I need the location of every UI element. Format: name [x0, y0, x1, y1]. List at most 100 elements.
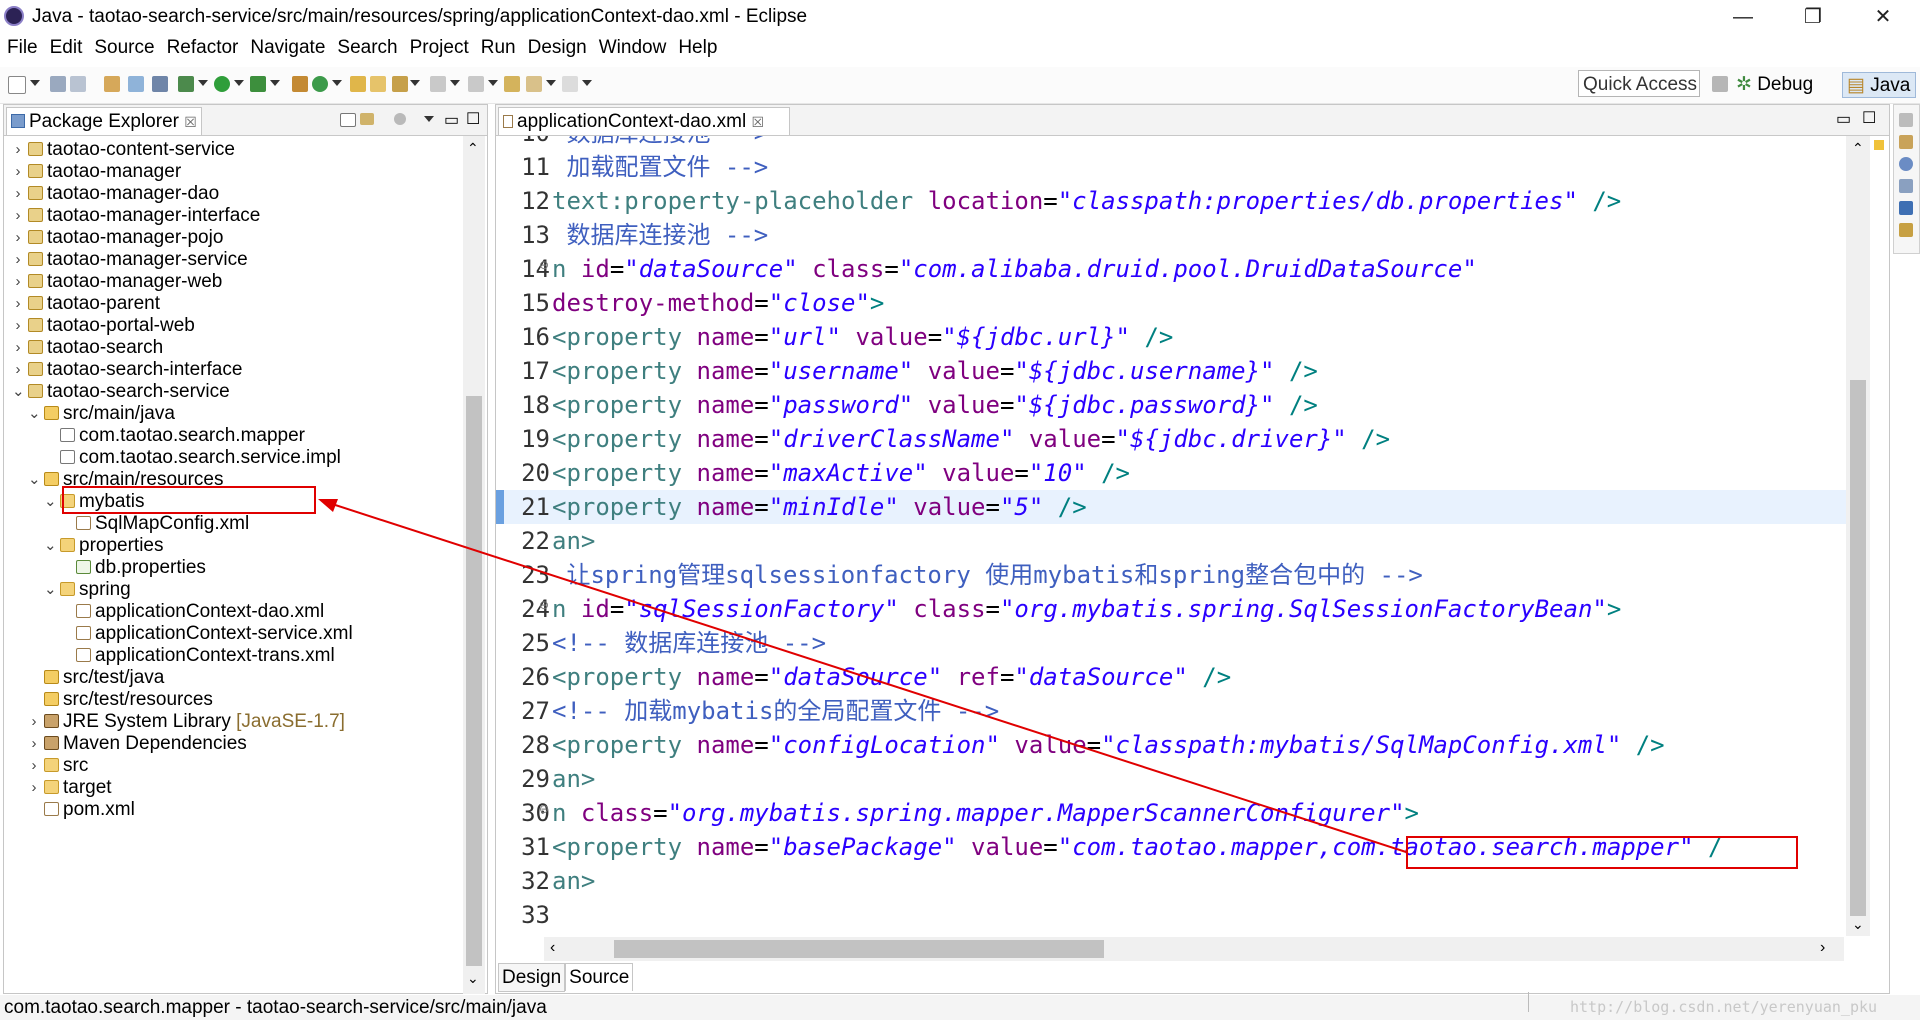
code-line[interactable]: 15 destroy-method="close">	[496, 286, 1846, 320]
new-class-dropdown-icon[interactable]	[332, 80, 342, 86]
maximize-editor-icon[interactable]: ☐	[1862, 108, 1876, 128]
code-line[interactable]: 26 <property name="dataSource" ref="dataS…	[496, 660, 1846, 694]
scroll-down-icon[interactable]: ⌄	[467, 970, 479, 987]
package-explorer-tab[interactable]: Package Explorer ☒	[6, 107, 202, 135]
code-line[interactable]: 22 an>	[496, 524, 1846, 558]
editor-vertical-scrollbar[interactable]: ⌃ ⌄	[1846, 136, 1870, 936]
close-tab-icon[interactable]: ☒	[184, 114, 197, 130]
external-tools-icon[interactable]	[250, 76, 266, 92]
code-line[interactable]: 25 <!-- 数据库连接池 -->	[496, 626, 1846, 660]
code-line[interactable]: 31 <property name="basePackage" value="co…	[496, 830, 1846, 864]
package-explorer-scroll-thumb[interactable]	[466, 396, 482, 966]
open-folder-icon[interactable]	[350, 76, 366, 92]
code-line[interactable]: 13 数据库连接池 -->	[496, 218, 1846, 252]
code-line[interactable]: 24 ⊖ n id="sqlSessionFactory" class="org.m…	[496, 592, 1846, 626]
new-java-project-icon[interactable]	[292, 76, 308, 92]
menu-window[interactable]: Window	[594, 34, 672, 62]
code-line[interactable]: 28 <property name="configLocation" value=…	[496, 728, 1846, 762]
forward-icon[interactable]	[562, 76, 578, 92]
task-list-icon[interactable]	[1899, 135, 1913, 149]
quick-access-field[interactable]: Quick Access	[1578, 70, 1700, 97]
menu-run[interactable]: Run	[476, 34, 521, 62]
problems-icon[interactable]	[1899, 179, 1913, 193]
code-line[interactable]: 14 ⊖ n id="dataSource" class="com.alibaba.…	[496, 252, 1846, 286]
code-line[interactable]: 18 <property name="password" value="${jdb…	[496, 388, 1846, 422]
next-annotation-icon[interactable]	[430, 76, 446, 92]
minimize-button[interactable]: —	[1720, 2, 1766, 32]
save-all-icon[interactable]	[70, 76, 86, 92]
code-line[interactable]: 23 让spring管理sqlsessionfactory 使用mybatis和…	[496, 558, 1846, 592]
menu-source[interactable]: Source	[89, 34, 159, 62]
menu-navigate[interactable]: Navigate	[245, 34, 330, 62]
pencil-icon[interactable]	[392, 76, 408, 92]
menu-search[interactable]: Search	[332, 34, 402, 62]
minimize-view-icon[interactable]: ▭	[444, 110, 459, 130]
collapse-all-icon[interactable]	[340, 113, 356, 127]
annotation-dropdown-icon[interactable]	[410, 80, 420, 86]
editor-scroll-up-icon[interactable]: ⌃	[1852, 140, 1864, 157]
editor-horizontal-thumb[interactable]	[614, 940, 1104, 958]
editor-scroll-down-icon[interactable]: ⌄	[1852, 916, 1864, 933]
debug-dropdown-icon[interactable]	[198, 80, 208, 86]
back-icon[interactable]	[526, 76, 542, 92]
restore-view-icon[interactable]	[1899, 113, 1913, 127]
new-class-icon[interactable]	[312, 76, 328, 92]
code-line[interactable]: 27 <!-- 加载mybatis的全局配置文件 -->	[496, 694, 1846, 728]
java-perspective-button[interactable]: ▤ Java	[1842, 72, 1916, 98]
code-area[interactable]: 10 数据库连接池 -->11 加载配置文件 -->12text:propert…	[496, 136, 1846, 936]
fold-toggle-icon[interactable]: ⊖	[539, 248, 549, 282]
open-task-icon[interactable]	[128, 76, 144, 92]
external-tools-dropdown-icon[interactable]	[270, 80, 280, 86]
open-file-icon[interactable]	[370, 76, 386, 92]
editor-vertical-thumb[interactable]	[1850, 380, 1866, 916]
minimize-editor-icon[interactable]: ▭	[1836, 109, 1851, 129]
back-dropdown-icon[interactable]	[546, 80, 556, 86]
menu-help[interactable]: Help	[673, 34, 722, 62]
code-line[interactable]: 29 an>	[496, 762, 1846, 796]
fold-toggle-icon[interactable]: ⊖	[539, 792, 549, 826]
menu-edit[interactable]: Edit	[45, 34, 88, 62]
menu-refactor[interactable]: Refactor	[162, 34, 244, 62]
scroll-up-icon[interactable]: ⌃	[467, 140, 479, 157]
run-dropdown-icon[interactable]	[234, 80, 244, 86]
code-line[interactable]: 21 <property name="minIdle" value="5" />	[496, 490, 1846, 524]
code-line[interactable]: 10 数据库连接池 -->	[496, 136, 1846, 150]
code-line[interactable]: 32 an>	[496, 864, 1846, 898]
open-perspective-icon[interactable]	[1712, 76, 1728, 92]
code-line[interactable]: 16 <property name="url" value="${jdbc.url…	[496, 320, 1846, 354]
link-with-editor-icon[interactable]	[360, 113, 374, 125]
code-line[interactable]: 12 text:property-placeholder location="cl…	[496, 184, 1846, 218]
menu-design[interactable]: Design	[523, 34, 592, 62]
fold-toggle-icon[interactable]: ⊖	[539, 588, 549, 622]
toggle-icon[interactable]	[152, 76, 168, 92]
new-dropdown-icon[interactable]	[30, 80, 40, 86]
menu-file[interactable]: File	[2, 34, 43, 62]
debug-icon[interactable]	[178, 76, 194, 92]
code-line[interactable]: 30 ⊖ n class="org.mybatis.spring.mapper.Ma…	[496, 796, 1846, 830]
junit-icon[interactable]	[1899, 223, 1913, 237]
tree-item[interactable]: pom.xml	[4, 796, 462, 823]
editor-tab-applicationcontext-dao[interactable]: applicationContext-dao.xml ☒	[498, 107, 790, 135]
forward-dropdown-icon[interactable]	[582, 80, 592, 86]
debug-perspective-button[interactable]: ✲ Debug	[1736, 72, 1813, 98]
restore-button[interactable]: ❐	[1790, 2, 1836, 32]
close-tab-icon[interactable]: ☒	[751, 114, 764, 130]
outline-icon[interactable]	[1899, 157, 1913, 171]
previous-dropdown-icon[interactable]	[488, 80, 498, 86]
warning-marker-icon[interactable]	[1874, 140, 1884, 150]
console-icon[interactable]	[1899, 201, 1913, 215]
next-dropdown-icon[interactable]	[450, 80, 460, 86]
previous-annotation-icon[interactable]	[468, 76, 484, 92]
run-icon[interactable]	[214, 76, 230, 92]
code-line[interactable]: 20 <property name="maxActive" value="10" …	[496, 456, 1846, 490]
maximize-view-icon[interactable]: ☐	[466, 109, 480, 129]
code-line[interactable]: 33	[496, 898, 1846, 932]
focus-icon[interactable]	[394, 113, 406, 125]
package-explorer-scrollbar[interactable]: ⌃ ⌄	[463, 136, 485, 994]
open-type-icon[interactable]	[104, 76, 120, 92]
save-icon[interactable]	[50, 76, 66, 92]
close-window-button[interactable]: ✕	[1860, 2, 1906, 32]
editor-scroll-right-icon[interactable]: ›	[1820, 939, 1825, 957]
source-tab[interactable]: Source	[565, 963, 634, 991]
code-line[interactable]: 19 <property name="driverClassName" value…	[496, 422, 1846, 456]
